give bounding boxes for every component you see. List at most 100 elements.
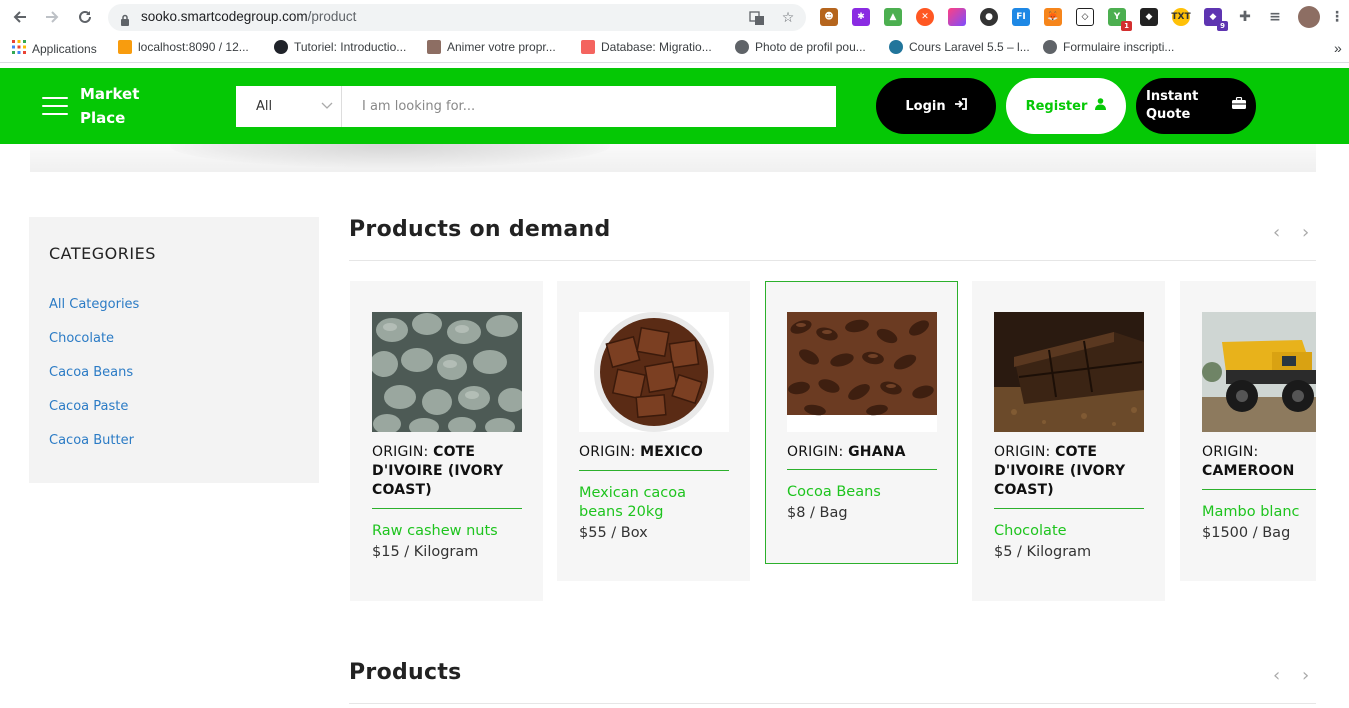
bookmark-applications[interactable]: Applications: [12, 40, 97, 57]
bookmark-cours-laravel[interactable]: Cours Laravel 5.5 – l...: [889, 40, 1030, 54]
sign-in-icon: [954, 98, 967, 114]
product-card-active[interactable]: ORIGIN: GHANA Cocoa Beans $8 / Bag: [765, 281, 958, 564]
hamburger-menu-icon[interactable]: [42, 97, 68, 115]
product-name[interactable]: Mambo blanc: [1202, 503, 1316, 522]
extension-bug-icon[interactable]: ✱: [852, 8, 870, 26]
product-origin: ORIGIN: GHANA: [787, 443, 937, 462]
bookmark-star-icon[interactable]: ☆: [779, 9, 797, 27]
globe-icon: [735, 40, 749, 54]
category-link-chocolate[interactable]: Chocolate: [49, 331, 139, 365]
bookmark-label: Animer votre propr...: [447, 40, 556, 54]
url-path: /product: [307, 9, 357, 24]
extension-fi-icon[interactable]: FI: [1012, 8, 1030, 26]
product-name[interactable]: Raw cashew nuts: [372, 522, 527, 541]
media-queue-icon[interactable]: ≡: [1266, 8, 1284, 26]
carousel-prev-icon[interactable]: ‹: [1273, 222, 1280, 243]
kebab-menu-icon[interactable]: ⋮: [1328, 8, 1346, 26]
section-divider: [349, 260, 1316, 261]
brand-logo[interactable]: Market Place: [80, 82, 160, 130]
bookmark-formulaire[interactable]: Formulaire inscripti...: [1043, 40, 1174, 54]
categories-title: CATEGORIES: [49, 244, 156, 263]
instant-quote-button[interactable]: Instant Quote: [1136, 78, 1256, 134]
search-bar: All: [236, 86, 836, 127]
carousel-prev-icon[interactable]: ‹: [1273, 665, 1280, 686]
search-category-select[interactable]: All: [236, 86, 342, 127]
product-card[interactable]: ORIGIN: CAMEROON Mambo blanc $1500 / Bag: [1180, 281, 1316, 581]
product-image-cocoa-beans: [787, 312, 937, 432]
section-divider: [349, 703, 1316, 704]
extension-dots-icon[interactable]: ●: [980, 8, 998, 26]
bookmarks-bar: Applications localhost:8090 / 12... Tuto…: [0, 34, 1349, 63]
product-card[interactable]: ORIGIN: COTE D'IVOIRE (IVORY COAST) Raw …: [350, 281, 543, 601]
register-button[interactable]: Register: [1006, 78, 1126, 134]
origin-label: ORIGIN:: [994, 444, 1051, 460]
hero-banner-strip: [30, 144, 1316, 172]
card-divider: [787, 469, 937, 470]
product-name[interactable]: Chocolate: [994, 522, 1149, 541]
wordpress-icon: [889, 40, 903, 54]
search-category-value: All: [256, 99, 273, 114]
reload-icon[interactable]: [71, 3, 99, 31]
product-price: $15 / Kilogram: [372, 544, 479, 560]
extension-badge: 1: [1121, 21, 1132, 31]
login-button[interactable]: Login: [876, 78, 996, 134]
extension-colorful-icon[interactable]: Y1: [1108, 8, 1132, 31]
back-arrow-icon[interactable]: [6, 3, 34, 31]
origin-label: ORIGIN:: [579, 444, 636, 460]
bookmark-tutoriel[interactable]: Tutoriel: Introductio...: [274, 40, 406, 54]
bookmark-label: Applications: [32, 41, 97, 56]
category-link-cacoa-butter[interactable]: Cacoa Butter: [49, 433, 139, 467]
extension-cube-icon[interactable]: ◇: [1076, 8, 1094, 26]
chevron-down-icon: [321, 100, 333, 113]
product-origin: ORIGIN: CAMEROON: [1202, 443, 1316, 481]
forward-arrow-icon[interactable]: [38, 3, 66, 31]
origin-label: ORIGIN:: [372, 444, 429, 460]
bookmark-animer[interactable]: Animer votre propr...: [427, 40, 556, 54]
carousel-next-icon[interactable]: ›: [1302, 665, 1309, 686]
translate-icon[interactable]: [748, 9, 766, 27]
extension-badge: 9: [1217, 21, 1228, 31]
url-text: sooko.smartcodegroup.com/product: [141, 9, 356, 24]
laravel-icon: [581, 40, 595, 54]
brand-line-2: Place: [80, 109, 126, 127]
product-price: $5 / Kilogram: [994, 544, 1092, 560]
card-divider: [372, 508, 522, 509]
categories-sidebar: CATEGORIES All Categories Chocolate Caco…: [29, 217, 319, 483]
bookmark-label: Formulaire inscripti...: [1063, 40, 1175, 54]
carousel-next-icon[interactable]: ›: [1302, 222, 1309, 243]
product-card[interactable]: ORIGIN: COTE D'IVOIRE (IVORY COAST) Choc…: [972, 281, 1165, 601]
puzzle-extensions-icon[interactable]: ✚: [1236, 8, 1254, 26]
category-link-cacoa-paste[interactable]: Cacoa Paste: [49, 399, 139, 433]
url-host: sooko.smartcodegroup.com: [141, 9, 308, 24]
card-divider: [579, 470, 729, 471]
origin-value: MEXICO: [640, 444, 703, 460]
extension-triangle-icon[interactable]: ▲: [884, 8, 902, 26]
extension-gradient-icon[interactable]: [948, 8, 966, 26]
profile-avatar[interactable]: [1298, 6, 1320, 28]
category-link-all[interactable]: All Categories: [49, 297, 139, 331]
extension-avatar-icon[interactable]: ☻: [820, 8, 838, 26]
category-link-cacoa-beans[interactable]: Cacoa Beans: [49, 365, 139, 399]
extension-orange-circle-icon[interactable]: ✕: [916, 8, 934, 26]
product-card[interactable]: ORIGIN: MEXICO Mexican cacoa beans 20kg …: [557, 281, 750, 581]
more-bookmarks-chevron[interactable]: »: [1334, 40, 1342, 56]
react-icon: [274, 40, 288, 54]
address-bar[interactable]: sooko.smartcodegroup.com/product ☆: [108, 4, 806, 31]
origin-label: ORIGIN:: [787, 444, 844, 460]
login-label: Login: [905, 98, 946, 114]
product-name[interactable]: Cocoa Beans: [787, 483, 942, 502]
extension-diamond-icon[interactable]: ◆ 9: [1204, 8, 1228, 31]
extension-txt-icon[interactable]: TXT: [1171, 8, 1191, 26]
bookmark-localhost[interactable]: localhost:8090 / 12...: [118, 40, 249, 54]
origin-value: GHANA: [848, 444, 906, 460]
product-price: $1500 / Bag: [1202, 525, 1291, 541]
section-title-on-demand: Products on demand: [349, 217, 611, 242]
extension-dark-cube-icon[interactable]: ◆: [1140, 8, 1158, 26]
metamask-icon[interactable]: 🦊: [1044, 8, 1062, 26]
product-image-mining-truck: [1202, 312, 1316, 432]
bookmark-photo[interactable]: Photo de profil pou...: [735, 40, 866, 54]
search-input[interactable]: [342, 86, 836, 127]
bookmark-database[interactable]: Database: Migratio...: [581, 40, 712, 54]
product-name[interactable]: Mexican cacoa beans 20kg: [579, 484, 734, 522]
apps-grid-icon: [12, 40, 26, 57]
